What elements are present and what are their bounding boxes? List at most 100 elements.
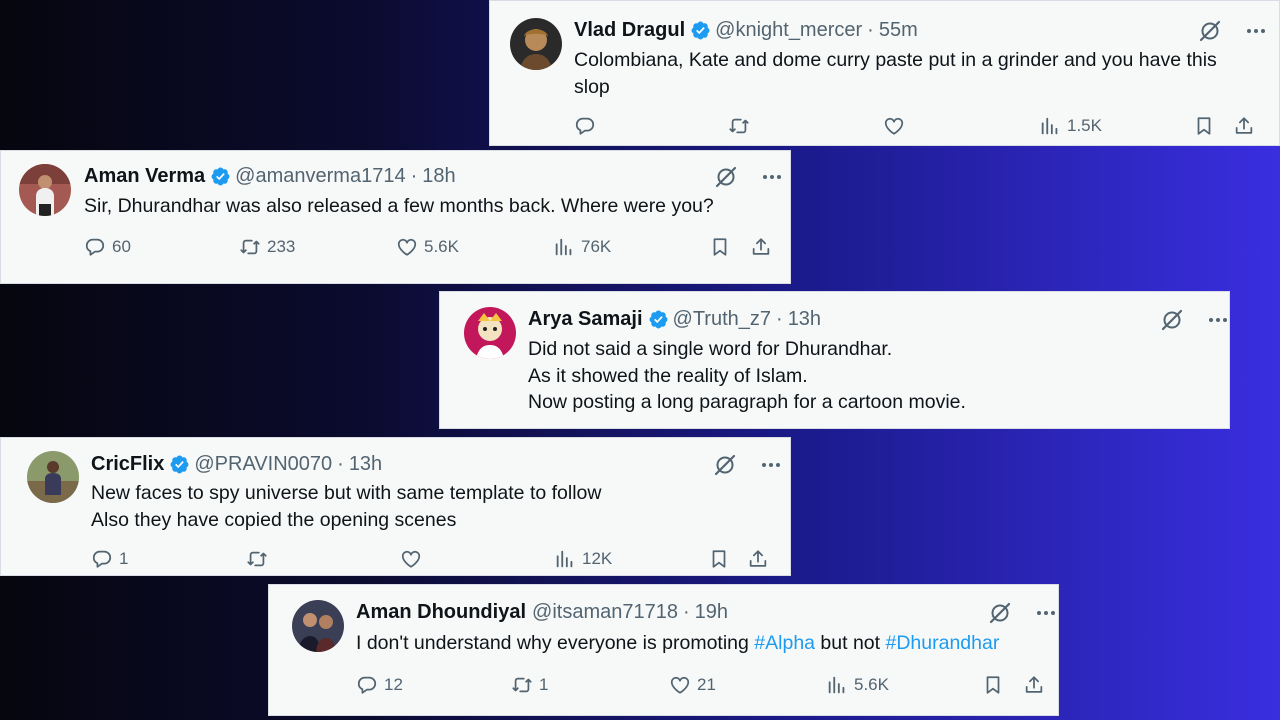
tweet-card-aman-dhoundiyal[interactable]: Aman Dhoundiyal @itsaman71718 · 19h I do… [268, 584, 1059, 716]
more-icon[interactable] [759, 453, 783, 477]
views-icon [1039, 115, 1061, 137]
author-handle[interactable]: @amanverma1714 [235, 165, 405, 188]
views-button[interactable]: 1.5K [1039, 115, 1102, 137]
like-button[interactable]: 5.6K [396, 236, 459, 258]
reply-count: 12 [384, 675, 403, 694]
tweet-card-arya-samaji[interactable]: Arya Samaji @Truth_z7 · 13h Did not said… [439, 291, 1230, 429]
like-count: 5.6K [424, 237, 459, 256]
avatar[interactable] [464, 307, 516, 359]
tweet-top-actions [714, 165, 784, 189]
hashtag-link[interactable]: #Dhurandhar [885, 632, 999, 654]
like-button[interactable]: 21 [669, 674, 716, 696]
author-name[interactable]: CricFlix [91, 453, 164, 476]
retweet-button[interactable]: 233 [239, 236, 295, 258]
tweet-text: I don't understand why everyone is promo… [356, 630, 999, 657]
tweet-header: Arya Samaji @Truth_z7 · 13h [528, 308, 821, 331]
views-icon [826, 674, 848, 696]
grok-icon[interactable] [1160, 308, 1184, 332]
reply-button[interactable]: 60 [84, 236, 131, 258]
text-segment: I don't understand why everyone is promo… [356, 632, 755, 654]
separator: · [410, 165, 418, 187]
retweet-button[interactable]: 1 [511, 674, 548, 696]
views-button[interactable]: 12K [554, 548, 612, 570]
retweet-icon [511, 674, 533, 696]
avatar[interactable] [292, 600, 344, 652]
timestamp[interactable]: 18h [422, 165, 455, 188]
more-icon[interactable] [1206, 308, 1230, 332]
bookmark-button[interactable] [1193, 115, 1215, 137]
more-icon[interactable] [1244, 19, 1268, 43]
like-button[interactable] [883, 115, 905, 137]
like-icon [883, 115, 905, 137]
tweet-top-actions [988, 601, 1058, 625]
timestamp[interactable]: 13h [788, 308, 821, 331]
bookmark-button[interactable] [982, 674, 1004, 696]
author-handle[interactable]: @knight_mercer [715, 19, 862, 42]
tweet-header: Aman Dhoundiyal @itsaman71718 · 19h [356, 601, 728, 624]
timestamp[interactable]: 19h [695, 601, 728, 624]
reply-count: 60 [112, 237, 131, 256]
author-handle[interactable]: @PRAVIN0070 [194, 453, 332, 476]
author-handle[interactable]: @Truth_z7 [673, 308, 772, 331]
share-button[interactable] [1023, 674, 1045, 696]
share-button[interactable] [750, 236, 772, 258]
retweet-icon [239, 236, 261, 258]
action-bar: 1 12K [91, 548, 781, 574]
timestamp[interactable]: 55m [879, 19, 918, 42]
reply-button[interactable] [574, 115, 596, 137]
like-button[interactable] [400, 548, 422, 570]
tweet-header: CricFlix @PRAVIN0070 · 13h [91, 453, 382, 476]
action-bar: 1.5K [574, 115, 1264, 141]
timestamp[interactable]: 13h [349, 453, 382, 476]
tweet-card-aman-verma[interactable]: Aman Verma @amanverma1714 · 18h Sir, Dhu… [0, 150, 791, 284]
reply-button[interactable]: 12 [356, 674, 403, 696]
views-count: 1.5K [1067, 116, 1102, 135]
share-icon [750, 236, 772, 258]
retweet-button[interactable] [246, 548, 268, 570]
tweet-text: Sir, Dhurandhar was also released a few … [84, 193, 714, 220]
grok-icon[interactable] [713, 453, 737, 477]
reply-button[interactable]: 1 [91, 548, 128, 570]
separator: · [867, 19, 874, 41]
author-name[interactable]: Vlad Dragul [574, 19, 685, 42]
views-icon [553, 236, 575, 258]
views-button[interactable]: 76K [553, 236, 611, 258]
avatar[interactable] [27, 451, 79, 503]
author-name[interactable]: Aman Verma [84, 165, 205, 188]
tweet-text-line: Now posting a long paragraph for a carto… [528, 391, 966, 413]
retweet-button[interactable] [728, 115, 750, 137]
author-name[interactable]: Aman Dhoundiyal [356, 601, 526, 624]
share-button[interactable] [747, 548, 769, 570]
retweet-count: 1 [539, 675, 549, 694]
like-icon [669, 674, 691, 696]
bookmark-button[interactable] [708, 548, 730, 570]
author-name[interactable]: Arya Samaji [528, 308, 643, 331]
tweet-card-vlad-dragul[interactable]: Vlad Dragul @knight_mercer · 55m Colombi… [489, 0, 1280, 146]
grok-icon[interactable] [714, 165, 738, 189]
verified-badge-icon [169, 454, 190, 475]
tweet-text-line: I don't understand why everyone is promo… [356, 630, 999, 657]
verified-badge-icon [648, 309, 669, 330]
bookmark-icon [708, 548, 730, 570]
tweet-header: Vlad Dragul @knight_mercer · 55m [574, 19, 918, 42]
avatar[interactable] [510, 18, 562, 70]
retweet-icon [246, 548, 268, 570]
hashtag-link[interactable]: #Alpha [754, 632, 815, 654]
tweet-card-cricflix[interactable]: CricFlix @PRAVIN0070 · 13h New faces to … [0, 437, 791, 576]
grok-icon[interactable] [1198, 19, 1222, 43]
more-icon[interactable] [1034, 601, 1058, 625]
bookmark-button[interactable] [709, 236, 731, 258]
bookmark-icon [982, 674, 1004, 696]
views-count: 5.6K [854, 675, 889, 694]
tweet-top-actions [713, 453, 783, 477]
grok-icon[interactable] [988, 601, 1012, 625]
reply-icon [574, 115, 596, 137]
verified-badge-icon [210, 166, 231, 187]
avatar[interactable] [19, 164, 71, 216]
share-button[interactable] [1233, 115, 1255, 137]
like-count: 21 [697, 675, 716, 694]
more-icon[interactable] [760, 165, 784, 189]
author-handle[interactable]: @itsaman71718 [532, 601, 678, 624]
tweet-text: Colombiana, Kate and dome curry paste pu… [574, 47, 1217, 100]
views-button[interactable]: 5.6K [826, 674, 889, 696]
